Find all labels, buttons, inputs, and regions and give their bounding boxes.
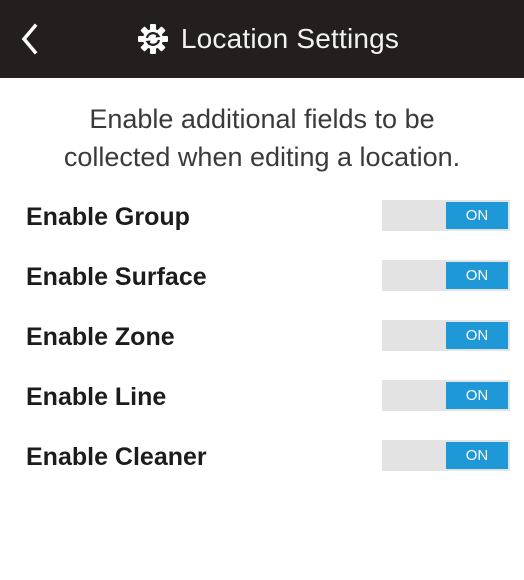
setting-label-surface: Enable Surface: [26, 263, 207, 291]
toggle-state: ON: [446, 202, 508, 229]
page-title: Location Settings: [180, 23, 400, 54]
setting-row-cleaner: Enable Cleaner ON: [26, 437, 510, 477]
setting-label-group: Enable Group: [26, 203, 190, 231]
setting-row-group: Enable Group ON: [26, 197, 510, 237]
toggle-state: ON: [446, 382, 508, 409]
gear-sync-icon: [135, 21, 171, 57]
location-settings-screen: Location Settings Enable additional fiel…: [0, 0, 524, 580]
intro-line-2: collected when editing a location.: [63, 142, 461, 172]
toggle-state: ON: [446, 442, 508, 469]
setting-label-line: Enable Line: [26, 383, 167, 411]
setting-row-line: Enable Line ON: [26, 377, 510, 417]
intro-text: Enable additional fields to be collected…: [0, 100, 524, 176]
toggle-line[interactable]: ON: [382, 380, 510, 411]
toggle-cleaner[interactable]: ON: [382, 440, 510, 471]
toggle-state: ON: [446, 322, 508, 349]
header-title-group: Location Settings: [0, 0, 524, 78]
setting-row-zone: Enable Zone ON: [26, 317, 510, 357]
setting-label-zone: Enable Zone: [26, 323, 175, 351]
toggle-surface[interactable]: ON: [382, 260, 510, 291]
setting-label-cleaner: Enable Cleaner: [26, 443, 207, 471]
header-bar: Location Settings: [0, 0, 524, 78]
toggle-group[interactable]: ON: [382, 200, 510, 231]
toggle-state: ON: [446, 262, 508, 289]
toggle-zone[interactable]: ON: [382, 320, 510, 351]
setting-row-surface: Enable Surface ON: [26, 257, 510, 297]
intro-line-1: Enable additional fields to be: [89, 104, 435, 134]
